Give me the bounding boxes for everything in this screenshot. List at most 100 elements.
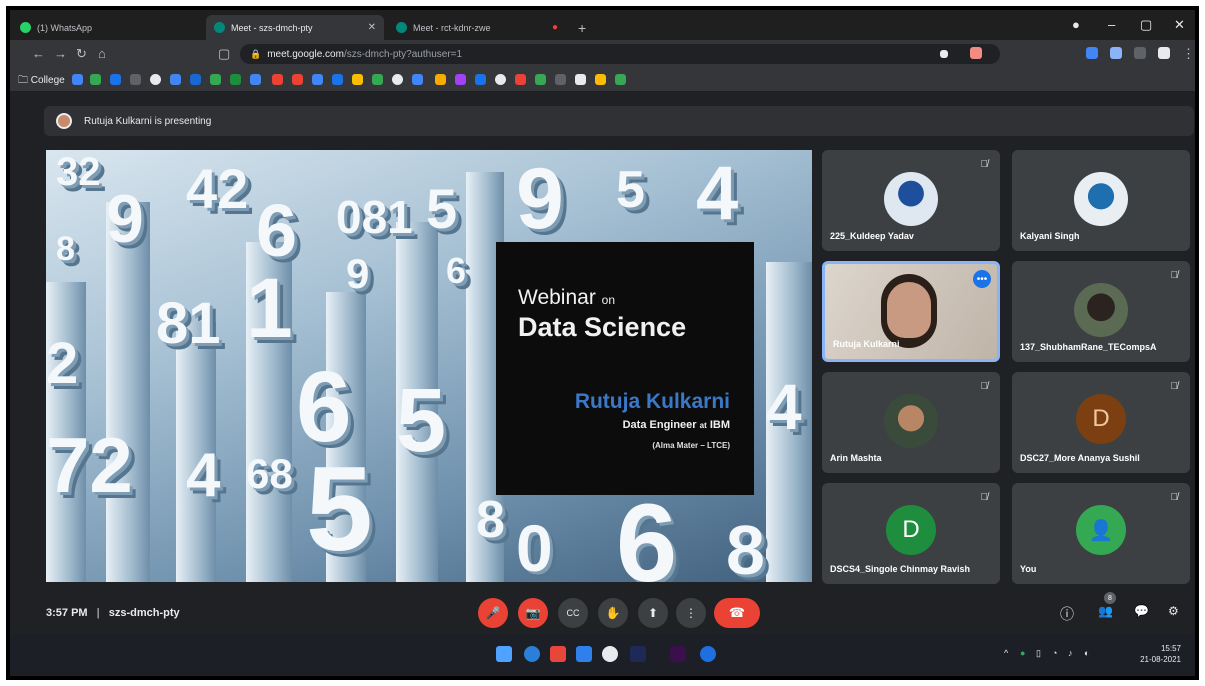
- hand-icon: ✋: [605, 606, 621, 620]
- bookmark-icon[interactable]: [595, 74, 606, 85]
- bookmark-icon[interactable]: [130, 74, 141, 85]
- bookmark-icon[interactable]: [150, 74, 161, 85]
- bookmark-icon[interactable]: [455, 74, 466, 85]
- bookmark-icon[interactable]: [575, 74, 586, 85]
- present-button[interactable]: ⬆: [638, 598, 668, 628]
- telegram-icon[interactable]: [700, 646, 716, 662]
- battery-icon[interactable]: ▯: [1036, 648, 1041, 659]
- bookmark-icon[interactable]: [535, 74, 546, 85]
- info-icon: ⓘ: [1060, 606, 1074, 622]
- tab-search-icon[interactable]: ▢: [218, 46, 230, 62]
- participant-tile[interactable]: 🎙̸ 225_Kuldeep Yadav: [822, 150, 1000, 251]
- github-icon[interactable]: [495, 74, 506, 85]
- maximize-icon[interactable]: ▢: [1140, 17, 1152, 33]
- tray-chevron-icon[interactable]: ^: [1004, 648, 1008, 658]
- home-icon[interactable]: ⌂: [98, 46, 106, 61]
- close-window-icon[interactable]: ✕: [1174, 17, 1185, 33]
- edge-icon[interactable]: [524, 646, 540, 662]
- bookmark-icon[interactable]: [210, 74, 221, 85]
- extension-icon[interactable]: [1110, 47, 1122, 59]
- slide-alma-mater: (Alma Mater – LTCE): [652, 441, 730, 450]
- chat-button[interactable]: 💬: [1134, 604, 1149, 618]
- bookmark-icon[interactable]: [170, 74, 181, 85]
- bookmark-icon[interactable]: [90, 74, 101, 85]
- decor-digit: 9: [106, 181, 144, 257]
- decor-digit: 8: [726, 511, 765, 582]
- bookmark-icon[interactable]: [372, 74, 383, 85]
- bookmark-icon[interactable]: [292, 74, 303, 85]
- extension-icon[interactable]: [1134, 47, 1146, 59]
- mic-off-icon: 🎙̸: [980, 381, 989, 392]
- brave-icon[interactable]: [550, 646, 566, 662]
- decor-digit: 5: [306, 442, 373, 576]
- bookmark-icon[interactable]: [615, 74, 626, 85]
- forward-icon[interactable]: →: [54, 46, 67, 61]
- new-tab-button[interactable]: +: [570, 15, 594, 40]
- activities-button[interactable]: ⚙: [1168, 604, 1179, 618]
- tab-meet-active[interactable]: Meet - szs-dmch-pty ✕: [206, 15, 384, 40]
- participant-tile[interactable]: 🎙̸ Arin Mashta: [822, 372, 1000, 473]
- bookmark-icon[interactable]: [72, 74, 83, 85]
- tray-app-icon[interactable]: ●: [1020, 648, 1025, 658]
- tab-meet-2[interactable]: Meet - rct-kdnr-zwe ●: [388, 15, 566, 40]
- profile-icon[interactable]: ●: [1072, 17, 1080, 32]
- bookmark-icon[interactable]: [230, 74, 241, 85]
- more-options-button[interactable]: ⋮: [676, 598, 706, 628]
- hang-up-icon: ☎: [728, 605, 746, 620]
- mic-toggle-button[interactable]: 🎤: [478, 598, 508, 628]
- camera-toggle-button[interactable]: 📷: [518, 598, 548, 628]
- leave-call-button[interactable]: ☎: [714, 598, 760, 628]
- reload-icon[interactable]: ↻: [76, 46, 87, 62]
- participant-tile[interactable]: 🎙̸ D DSC27_More Ananya Sushil: [1012, 372, 1190, 473]
- more-options-icon[interactable]: •••: [973, 270, 991, 288]
- bookmark-icon[interactable]: [250, 74, 261, 85]
- captions-button[interactable]: CC: [558, 598, 588, 628]
- extension-icon[interactable]: [970, 47, 982, 59]
- participant-tile[interactable]: 🎙̸ 137_ShubhamRane_TECompsA: [1012, 261, 1190, 362]
- photoshop-icon[interactable]: [630, 646, 646, 662]
- wifi-icon[interactable]: ◔: [1052, 648, 1057, 658]
- bookmark-icon[interactable]: [555, 74, 566, 85]
- bookmark-icon[interactable]: [515, 74, 526, 85]
- bookmark-icon[interactable]: [190, 74, 201, 85]
- extension-icon[interactable]: [1086, 47, 1098, 59]
- tab-whatsapp[interactable]: (1) WhatsApp: [12, 15, 202, 40]
- browser-menu-icon[interactable]: ⋮: [1182, 46, 1195, 62]
- bookmark-icon[interactable]: [412, 74, 423, 85]
- decor-digit: 4: [766, 371, 802, 443]
- back-icon[interactable]: ←: [32, 46, 45, 61]
- presenter-video-tile[interactable]: ••• Rutuja Kulkarni: [822, 261, 1000, 362]
- url-field[interactable]: 🔒 meet.google.com /szs-dmch-pty?authuser…: [240, 44, 1000, 64]
- raise-hand-button[interactable]: ✋: [598, 598, 628, 628]
- bookmark-icon[interactable]: [332, 74, 343, 85]
- meeting-info-button[interactable]: ⓘ: [1060, 604, 1074, 624]
- volume-icon[interactable]: ♪: [1068, 648, 1073, 658]
- decor-digit: 8: [476, 491, 505, 549]
- chrome-icon[interactable]: [602, 646, 618, 662]
- vscode-icon[interactable]: [576, 646, 592, 662]
- bookmark-icon[interactable]: [475, 74, 486, 85]
- participant-name: DSCS4_Singole Chinmay Ravish: [830, 564, 971, 574]
- bookmark-icon[interactable]: [312, 74, 323, 85]
- self-tile[interactable]: 🎙̸ 👤 You: [1012, 483, 1190, 584]
- meet-icon: [214, 22, 225, 33]
- camera-indicator-icon[interactable]: [940, 50, 948, 58]
- participant-tile[interactable]: 🎙̸ D DSCS4_Singole Chinmay Ravish: [822, 483, 1000, 584]
- bookmark-folder-college[interactable]: 🗀 College: [18, 73, 65, 90]
- xd-icon[interactable]: [670, 646, 686, 662]
- bookmark-icon[interactable]: [435, 74, 446, 85]
- decor-digit: 081: [336, 191, 413, 243]
- bookmark-icon[interactable]: [110, 74, 121, 85]
- start-icon[interactable]: [496, 646, 512, 662]
- decor-digit: 68: [246, 450, 293, 497]
- language-icon[interactable]: ◐: [1084, 648, 1089, 658]
- puzzle-icon[interactable]: [1158, 47, 1170, 59]
- minimize-icon[interactable]: –: [1108, 17, 1115, 32]
- system-clock[interactable]: 15:57 21-08-2021: [1140, 643, 1181, 665]
- bookmark-icon[interactable]: [272, 74, 283, 85]
- bookmark-icon[interactable]: [352, 74, 363, 85]
- close-tab-icon[interactable]: ✕: [368, 22, 376, 33]
- participant-tile[interactable]: Kalyani Singh: [1012, 150, 1190, 251]
- people-button[interactable]: 👥: [1098, 604, 1113, 618]
- bookmark-icon[interactable]: [392, 74, 403, 85]
